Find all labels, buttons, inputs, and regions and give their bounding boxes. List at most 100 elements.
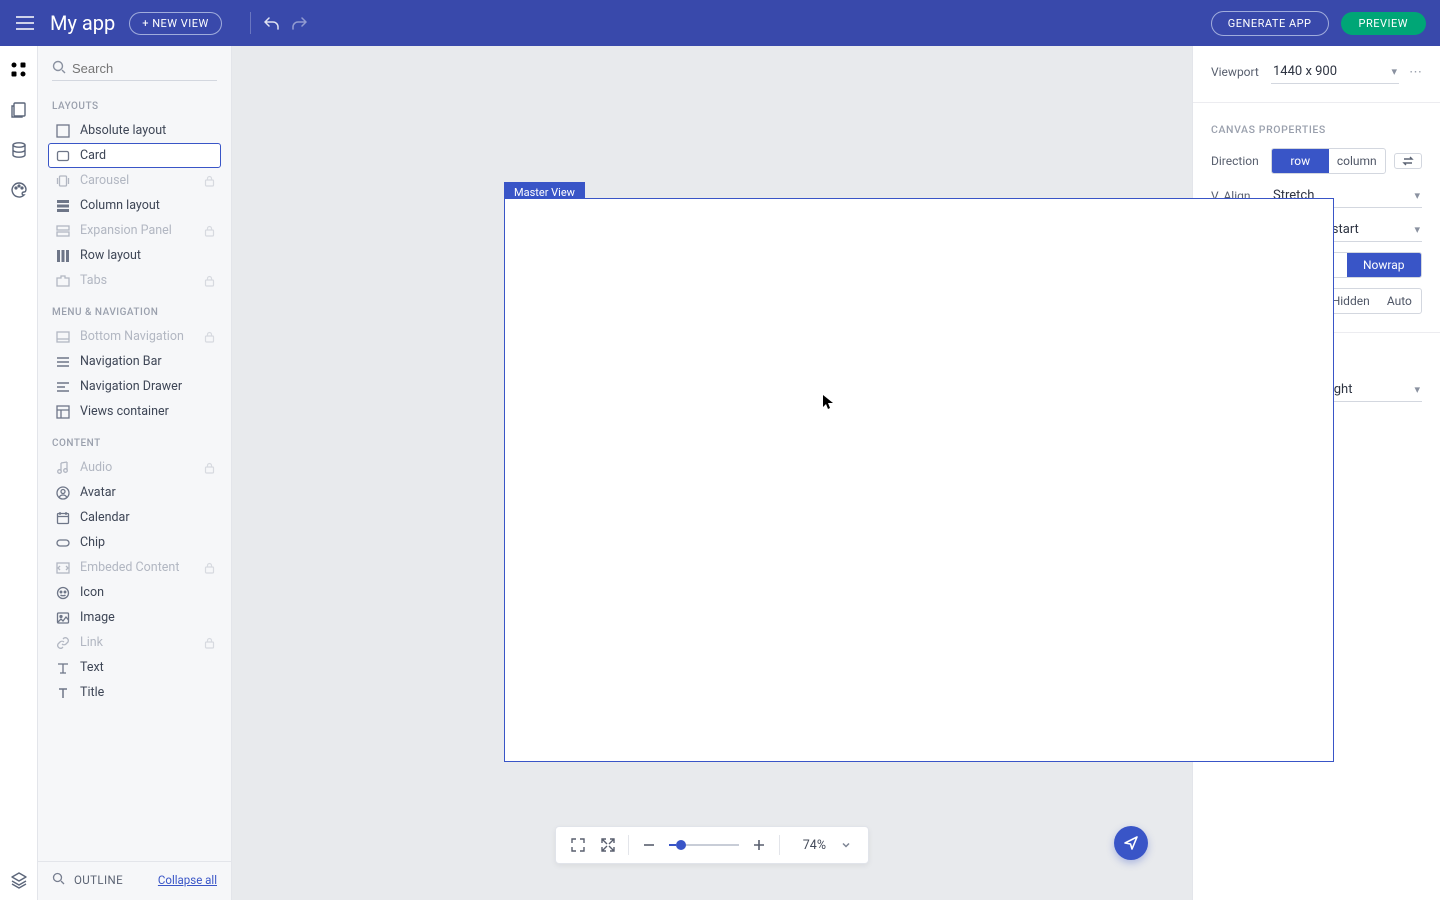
item-label: Text xyxy=(80,660,104,675)
fullscreen-icon[interactable] xyxy=(598,835,618,855)
item-label: Row layout xyxy=(80,248,141,263)
embed-icon xyxy=(54,559,72,577)
new-view-button[interactable]: + NEW VIEW xyxy=(129,12,222,35)
item-chip[interactable]: Chip xyxy=(48,530,221,555)
swap-axis-icon[interactable] xyxy=(1394,153,1422,169)
menu-icon[interactable] xyxy=(14,12,36,34)
carousel-icon xyxy=(54,172,72,190)
item-expansion-panel[interactable]: Expansion Panel xyxy=(48,218,221,243)
overflow-auto[interactable]: Auto xyxy=(1378,289,1421,313)
nav-bar-icon xyxy=(54,353,72,371)
avatar-icon xyxy=(54,484,72,502)
nav-drawer-icon xyxy=(54,378,72,396)
cursor-icon xyxy=(822,394,834,410)
item-column-layout[interactable]: Column layout xyxy=(48,193,221,218)
item-views-container[interactable]: Views container xyxy=(48,399,221,424)
item-label: Absolute layout xyxy=(80,123,166,138)
chevron-down-icon: ▾ xyxy=(1414,383,1420,396)
outline-search-icon[interactable] xyxy=(52,872,68,888)
item-label: Title xyxy=(80,685,104,700)
expansion-panel-icon xyxy=(54,222,72,240)
rail-data-icon[interactable] xyxy=(5,136,33,164)
divider xyxy=(250,12,251,34)
item-absolute-layout[interactable]: Absolute layout xyxy=(48,118,221,143)
component-list[interactable]: LAYOUTS Absolute layout Card Carousel Co… xyxy=(38,87,231,861)
item-label: Link xyxy=(80,635,103,650)
rail-pages-icon[interactable] xyxy=(5,96,33,124)
item-link[interactable]: Link xyxy=(48,630,221,655)
master-view-frame[interactable] xyxy=(504,198,1334,762)
divider xyxy=(779,835,780,855)
zoom-in-icon[interactable] xyxy=(749,835,769,855)
item-title[interactable]: Title xyxy=(48,680,221,705)
section-menu-nav: MENU & NAVIGATION xyxy=(48,293,221,324)
viewport-value: 1440 x 900 xyxy=(1273,64,1337,79)
more-icon[interactable]: ⋯ xyxy=(1409,65,1422,80)
link-icon xyxy=(54,634,72,652)
nowrap-option[interactable]: Nowrap xyxy=(1347,253,1422,277)
zoom-out-icon[interactable] xyxy=(639,835,659,855)
row-layout-icon xyxy=(54,247,72,265)
item-label: Views container xyxy=(80,404,169,419)
zoom-slider[interactable] xyxy=(669,844,739,846)
item-card[interactable]: Card xyxy=(48,143,221,168)
rail-widgets-icon[interactable] xyxy=(5,56,33,84)
item-bottom-navigation[interactable]: Bottom Navigation xyxy=(48,324,221,349)
lock-icon xyxy=(204,175,215,187)
app-title: My app xyxy=(50,11,115,35)
item-avatar[interactable]: Avatar xyxy=(48,480,221,505)
item-calendar[interactable]: Calendar xyxy=(48,505,221,530)
item-navigation-bar[interactable]: Navigation Bar xyxy=(48,349,221,374)
item-label: Audio xyxy=(80,460,112,475)
item-label: Navigation Drawer xyxy=(80,379,182,394)
item-label: Bottom Navigation xyxy=(80,329,184,344)
zoom-dropdown-icon[interactable] xyxy=(836,835,856,855)
fit-screen-icon[interactable] xyxy=(568,835,588,855)
item-label: Image xyxy=(80,610,115,625)
send-fab[interactable] xyxy=(1114,826,1148,860)
preview-button[interactable]: PREVIEW xyxy=(1341,12,1426,35)
canvas-props-heading: CANVAS PROPERTIES xyxy=(1211,123,1422,136)
column-layout-icon xyxy=(54,197,72,215)
direction-column[interactable]: column xyxy=(1329,149,1386,173)
search-input[interactable] xyxy=(72,61,248,76)
viewport-label: Viewport xyxy=(1211,65,1271,79)
top-bar: My app + NEW VIEW GENERATE APP PREVIEW xyxy=(0,0,1440,46)
item-icon[interactable]: Icon xyxy=(48,580,221,605)
item-label: Column layout xyxy=(80,198,160,213)
collapse-all-link[interactable]: Collapse all xyxy=(158,873,217,887)
divider xyxy=(1193,102,1440,103)
lock-icon xyxy=(204,637,215,649)
outline-label: OUTLINE xyxy=(74,873,123,887)
item-label: Avatar xyxy=(80,485,116,500)
section-content: CONTENT xyxy=(48,424,221,455)
undo-icon[interactable] xyxy=(261,12,283,34)
item-row-layout[interactable]: Row layout xyxy=(48,243,221,268)
redo-icon[interactable] xyxy=(289,12,311,34)
rail-theme-icon[interactable] xyxy=(5,176,33,204)
item-embedded-content[interactable]: Embeded Content xyxy=(48,555,221,580)
icon-icon xyxy=(54,584,72,602)
viewport-select[interactable]: 1440 x 900 ▾ xyxy=(1271,60,1399,84)
card-icon xyxy=(54,147,72,165)
item-carousel[interactable]: Carousel xyxy=(48,168,221,193)
item-label: Expansion Panel xyxy=(80,223,172,238)
item-image[interactable]: Image xyxy=(48,605,221,630)
chevron-down-icon: ▾ xyxy=(1414,189,1420,202)
item-label: Card xyxy=(80,148,106,163)
search-input-wrap[interactable] xyxy=(52,56,217,81)
item-navigation-drawer[interactable]: Navigation Drawer xyxy=(48,374,221,399)
rail-layers-icon[interactable] xyxy=(5,860,33,888)
item-label: Carousel xyxy=(80,173,129,188)
direction-row[interactable]: row xyxy=(1272,149,1329,173)
item-audio[interactable]: Audio xyxy=(48,455,221,480)
lock-icon xyxy=(204,275,215,287)
zoom-percent: 74% xyxy=(790,838,826,853)
item-text[interactable]: Text xyxy=(48,655,221,680)
item-tabs[interactable]: Tabs xyxy=(48,268,221,293)
section-layouts: LAYOUTS xyxy=(48,87,221,118)
canvas[interactable]: Master View 74% xyxy=(232,46,1192,900)
generate-app-button[interactable]: GENERATE APP xyxy=(1211,11,1329,36)
outline-section: OUTLINE Collapse all xyxy=(38,861,231,900)
title-icon xyxy=(54,684,72,702)
